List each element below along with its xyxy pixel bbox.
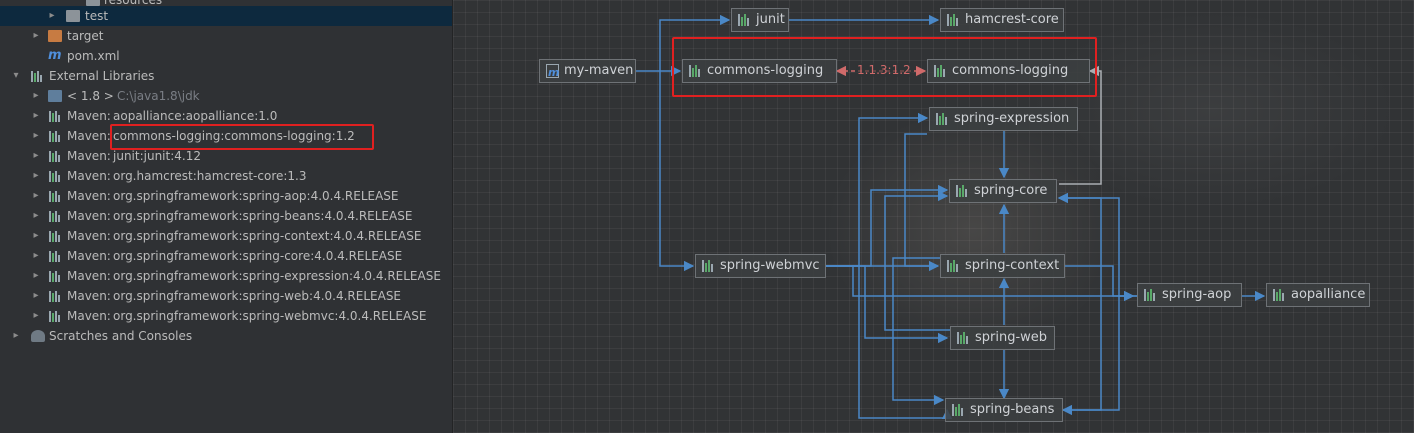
library-icon (49, 191, 63, 202)
library-icon (936, 113, 947, 125)
jdk-icon (48, 90, 62, 102)
project-tree: resources ▸ test ▸ target m pom.xml ▾ Ex… (0, 0, 453, 433)
library-icon (702, 260, 713, 272)
node-label: hamcrest-core (965, 12, 1059, 27)
library-icon (31, 71, 45, 82)
library-icon (49, 271, 63, 282)
edge (892, 257, 945, 406)
chevron-right-icon[interactable]: ▸ (30, 266, 42, 286)
scratches-icon (31, 330, 45, 342)
node-junit[interactable]: junit (731, 8, 789, 32)
node-label: junit (756, 12, 785, 27)
tree-item-external-libraries[interactable]: ▾ External Libraries (0, 66, 452, 86)
edge (1057, 192, 1137, 297)
chevron-right-icon[interactable]: ▸ (30, 26, 42, 46)
node-hamcrest-core[interactable]: hamcrest-core (940, 8, 1064, 32)
chevron-right-icon[interactable]: ▸ (30, 146, 42, 166)
library-icon (947, 260, 958, 272)
node-label: spring-webmvc (720, 258, 820, 273)
tree-item-library[interactable]: ▸ Maven: org.springframework:spring-core… (0, 246, 452, 266)
chevron-right-icon[interactable]: ▸ (46, 6, 58, 26)
library-icon (49, 231, 63, 242)
node-label: spring-aop (1162, 287, 1232, 302)
edge (904, 133, 938, 267)
chevron-right-icon[interactable]: ▸ (30, 206, 42, 226)
tree-item-library[interactable]: ▸ Maven: org.hamcrest:hamcrest-core:1.3 (0, 166, 452, 186)
dependency-diagram: 1.1.3:1.2 my-maven junit hamcrest-core c… (453, 0, 1414, 433)
library-icon (49, 151, 63, 162)
tree-item-library[interactable]: ▸ Maven: org.springframework:spring-cont… (0, 226, 452, 246)
edge (1057, 192, 1102, 411)
chevron-right-icon[interactable]: ▸ (30, 306, 42, 326)
node-spring-context[interactable]: spring-context (940, 254, 1065, 278)
library-icon (956, 185, 967, 197)
chevron-right-icon[interactable]: ▸ (30, 286, 42, 306)
node-spring-webmvc[interactable]: spring-webmvc (695, 254, 826, 278)
highlight-box (110, 124, 374, 150)
edge (826, 112, 929, 267)
chevron-right-icon[interactable]: ▸ (30, 86, 42, 106)
tree-item-test[interactable]: ▸ test (0, 6, 452, 26)
library-icon (947, 14, 958, 26)
tree-item-library[interactable]: ▸ Maven: org.springframework:spring-bean… (0, 206, 452, 226)
node-spring-beans[interactable]: spring-beans (945, 398, 1063, 422)
chevron-down-icon[interactable]: ▾ (10, 66, 22, 86)
library-icon (49, 311, 63, 322)
tree-item-library[interactable]: ▸ Maven: aopalliance:aopalliance:1.0 (0, 106, 452, 126)
library-icon (738, 14, 749, 26)
library-icon (49, 111, 63, 122)
chevron-right-icon[interactable]: ▸ (30, 246, 42, 266)
node-label: spring-web (975, 330, 1048, 345)
chevron-right-icon[interactable]: ▸ (30, 126, 42, 146)
node-spring-expression[interactable]: spring-expression (929, 107, 1078, 131)
tree-item-target[interactable]: ▸ target (0, 26, 452, 46)
tree-item-library[interactable]: ▸ Maven: org.springframework:spring-webm… (0, 306, 452, 326)
library-icon (957, 332, 968, 344)
node-aopalliance[interactable]: aopalliance (1266, 283, 1370, 307)
folder-icon (48, 30, 62, 42)
folder-icon (66, 10, 80, 22)
node-label: aopalliance (1291, 287, 1366, 302)
library-icon (1144, 289, 1155, 301)
library-icon (952, 404, 963, 416)
node-label: spring-context (965, 258, 1060, 273)
library-icon (49, 251, 63, 262)
edge (1065, 265, 1135, 302)
tree-item-pom-xml[interactable]: m pom.xml (0, 46, 452, 66)
node-label: spring-beans (970, 402, 1055, 417)
chevron-right-icon[interactable]: ▸ (30, 186, 42, 206)
chevron-right-icon[interactable]: ▸ (10, 326, 22, 346)
node-label: spring-core (974, 183, 1048, 198)
tree-item-library[interactable]: ▸ Maven: org.springframework:spring-expr… (0, 266, 452, 286)
tree-item-scratches[interactable]: ▸ Scratches and Consoles (0, 326, 452, 346)
highlight-box (672, 37, 1097, 97)
library-icon (1273, 289, 1284, 301)
node-spring-core[interactable]: spring-core (949, 179, 1057, 203)
library-icon (49, 211, 63, 222)
node-my-maven[interactable]: my-maven (539, 59, 636, 84)
edge (826, 265, 953, 420)
tree-item-library[interactable]: ▸ Maven: org.springframework:spring-web:… (0, 286, 452, 306)
edge (659, 71, 695, 272)
tree-item-library[interactable]: ▸ Maven: org.springframework:spring-aop:… (0, 186, 452, 206)
edge (826, 265, 949, 344)
library-icon (49, 171, 63, 182)
edge (826, 184, 949, 267)
tree-item-jdk[interactable]: ▸ < 1.8 > C:\java1.8\jdk (0, 86, 452, 106)
maven-module-icon (546, 62, 559, 84)
maven-file-icon: m (48, 48, 62, 63)
node-spring-aop[interactable]: spring-aop (1137, 283, 1242, 307)
chevron-right-icon[interactable]: ▸ (30, 106, 42, 126)
chevron-right-icon[interactable]: ▸ (30, 226, 42, 246)
chevron-right-icon[interactable]: ▸ (30, 166, 42, 186)
library-icon (49, 291, 63, 302)
node-label: my-maven (564, 63, 634, 78)
library-icon (49, 131, 63, 142)
edge (1061, 295, 1137, 416)
node-label: spring-expression (954, 111, 1070, 126)
node-spring-web[interactable]: spring-web (950, 326, 1055, 350)
